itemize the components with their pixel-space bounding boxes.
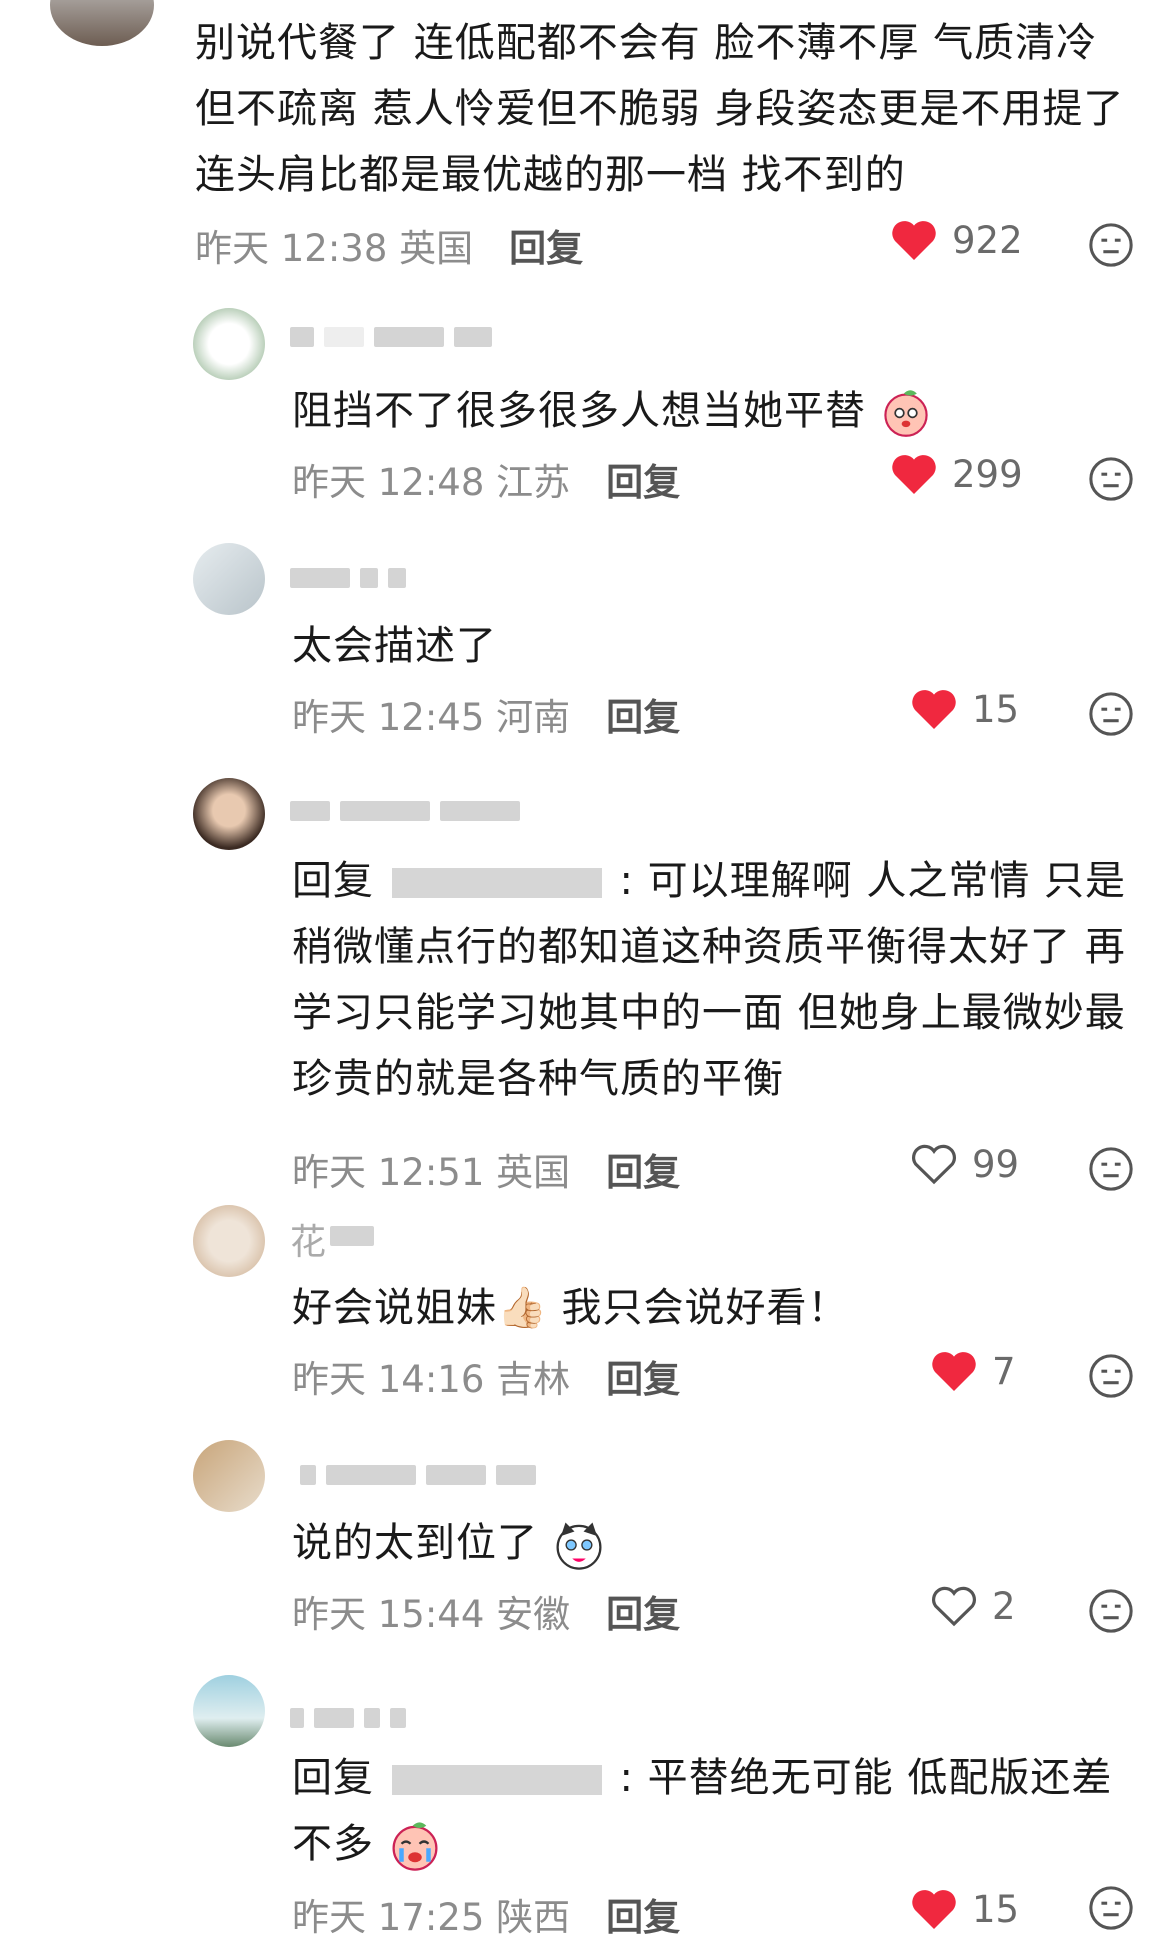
avatar[interactable] (193, 308, 265, 380)
heart-outline-icon (932, 1586, 976, 1627)
like-button[interactable]: 7 (930, 1349, 1016, 1393)
comment-text: 回复 : 平替绝无可能 低配版还差不多 (292, 1745, 1127, 1877)
reply-button[interactable]: 回复 (509, 218, 583, 272)
like-button[interactable]: 99 (910, 1142, 1019, 1186)
dislike-face-icon[interactable] (1088, 691, 1134, 737)
reply-button[interactable]: 回复 (606, 1142, 680, 1196)
like-button[interactable]: 2 (930, 1584, 1016, 1628)
comment-meta: 昨天 12:51 英国 回复 (292, 1142, 680, 1196)
comment-text: 别说代餐了 连低配都不会有 脸不薄不厚 气质清冷但不疏离 惹人怜爱但不脆弱 身段… (195, 20, 1125, 198)
comment-meta: 昨天 12:45 河南 回复 (292, 687, 680, 741)
heart-filled-icon (912, 1890, 956, 1929)
like-count: 922 (952, 218, 1023, 262)
avatar[interactable] (193, 1205, 265, 1277)
location: 陕西 (496, 1896, 571, 1939)
like-count: 15 (972, 687, 1020, 731)
dislike-face-icon[interactable] (1088, 1885, 1134, 1931)
timestamp: 昨天 15:44 (292, 1593, 485, 1636)
timestamp: 昨天 12:38 (195, 227, 388, 270)
dislike-face-icon[interactable] (1088, 456, 1134, 502)
timestamp: 昨天 12:45 (292, 696, 485, 739)
comment-text: 说的太到位了 (292, 1510, 1127, 1576)
comment-meta: 昨天 14:16 吉林 回复 (292, 1349, 680, 1403)
reply-button[interactable]: 回复 (606, 452, 680, 506)
timestamp: 昨天 17:25 (292, 1896, 485, 1939)
peach-face-emoji-icon (884, 390, 928, 437)
dislike-face-icon[interactable] (1088, 1353, 1134, 1399)
username-blurred (290, 798, 520, 824)
location: 河南 (496, 696, 571, 739)
avatar[interactable] (193, 1440, 265, 1512)
comment-meta: 昨天 15:44 安徽 回复 (292, 1584, 680, 1638)
comment-text: 回复 : 可以理解啊 人之常情 只是稍微懂点行的都知道这种资质平衡得太好了 再学… (292, 858, 1127, 1102)
location: 英国 (399, 227, 474, 270)
username-blurred (290, 565, 406, 591)
username-blurred (300, 1462, 536, 1488)
avatar[interactable] (50, 0, 154, 46)
comment-text: 阻挡不了很多很多人想当她平替 (292, 378, 1112, 444)
dislike-face-icon[interactable] (1088, 222, 1134, 268)
crying-peach-emoji-icon (392, 1822, 438, 1871)
like-count: 99 (972, 1142, 1020, 1186)
reply-button[interactable]: 回复 (606, 1887, 680, 1941)
reply-button[interactable]: 回复 (606, 1584, 680, 1638)
comment-meta: 昨天 17:25 陕西 回复 (292, 1887, 680, 1941)
comment-text: 太会描述了 (292, 623, 497, 669)
heart-outline-icon (912, 1144, 956, 1185)
like-count: 7 (992, 1349, 1016, 1393)
heart-filled-icon (912, 690, 956, 729)
heart-filled-icon (892, 455, 936, 494)
heart-filled-icon (932, 1352, 976, 1391)
dislike-face-icon[interactable] (1088, 1146, 1134, 1192)
timestamp: 昨天 12:51 (292, 1151, 485, 1194)
location: 江苏 (496, 461, 571, 504)
location: 吉林 (496, 1358, 571, 1401)
like-count: 2 (992, 1584, 1016, 1628)
comment-text: 好会说姐妹👍🏻 我只会说好看！ (292, 1285, 849, 1331)
like-count: 299 (952, 452, 1023, 496)
username-partial: 花 (290, 1222, 327, 1263)
username-blurred (290, 1705, 406, 1731)
username-blurred (330, 1223, 374, 1249)
like-count: 15 (972, 1887, 1020, 1931)
avatar[interactable] (193, 543, 265, 615)
husky-face-emoji-icon (556, 1522, 602, 1570)
reply-prefix: 回复 (292, 1755, 374, 1801)
comment-meta: 昨天 12:38 英国 回复 (195, 218, 583, 272)
like-button[interactable]: 299 (890, 452, 1023, 496)
reply-prefix: 回复 (292, 858, 374, 904)
location: 安徽 (496, 1593, 571, 1636)
mentioned-user-blurred[interactable] (391, 868, 602, 898)
username-blurred (290, 324, 492, 350)
timestamp: 昨天 12:48 (292, 461, 485, 504)
comment-meta: 昨天 12:48 江苏 回复 (292, 452, 680, 506)
timestamp: 昨天 14:16 (292, 1358, 485, 1401)
dislike-face-icon[interactable] (1088, 1588, 1134, 1634)
location: 英国 (496, 1151, 571, 1194)
avatar[interactable] (193, 778, 265, 850)
avatar[interactable] (193, 1675, 265, 1747)
mentioned-user-blurred[interactable] (391, 1765, 602, 1795)
like-button[interactable]: 922 (890, 218, 1023, 262)
heart-filled-icon (892, 221, 936, 260)
reply-button[interactable]: 回复 (606, 1349, 680, 1403)
like-button[interactable]: 15 (910, 687, 1019, 731)
reply-button[interactable]: 回复 (606, 687, 680, 741)
like-button[interactable]: 15 (910, 1887, 1019, 1931)
